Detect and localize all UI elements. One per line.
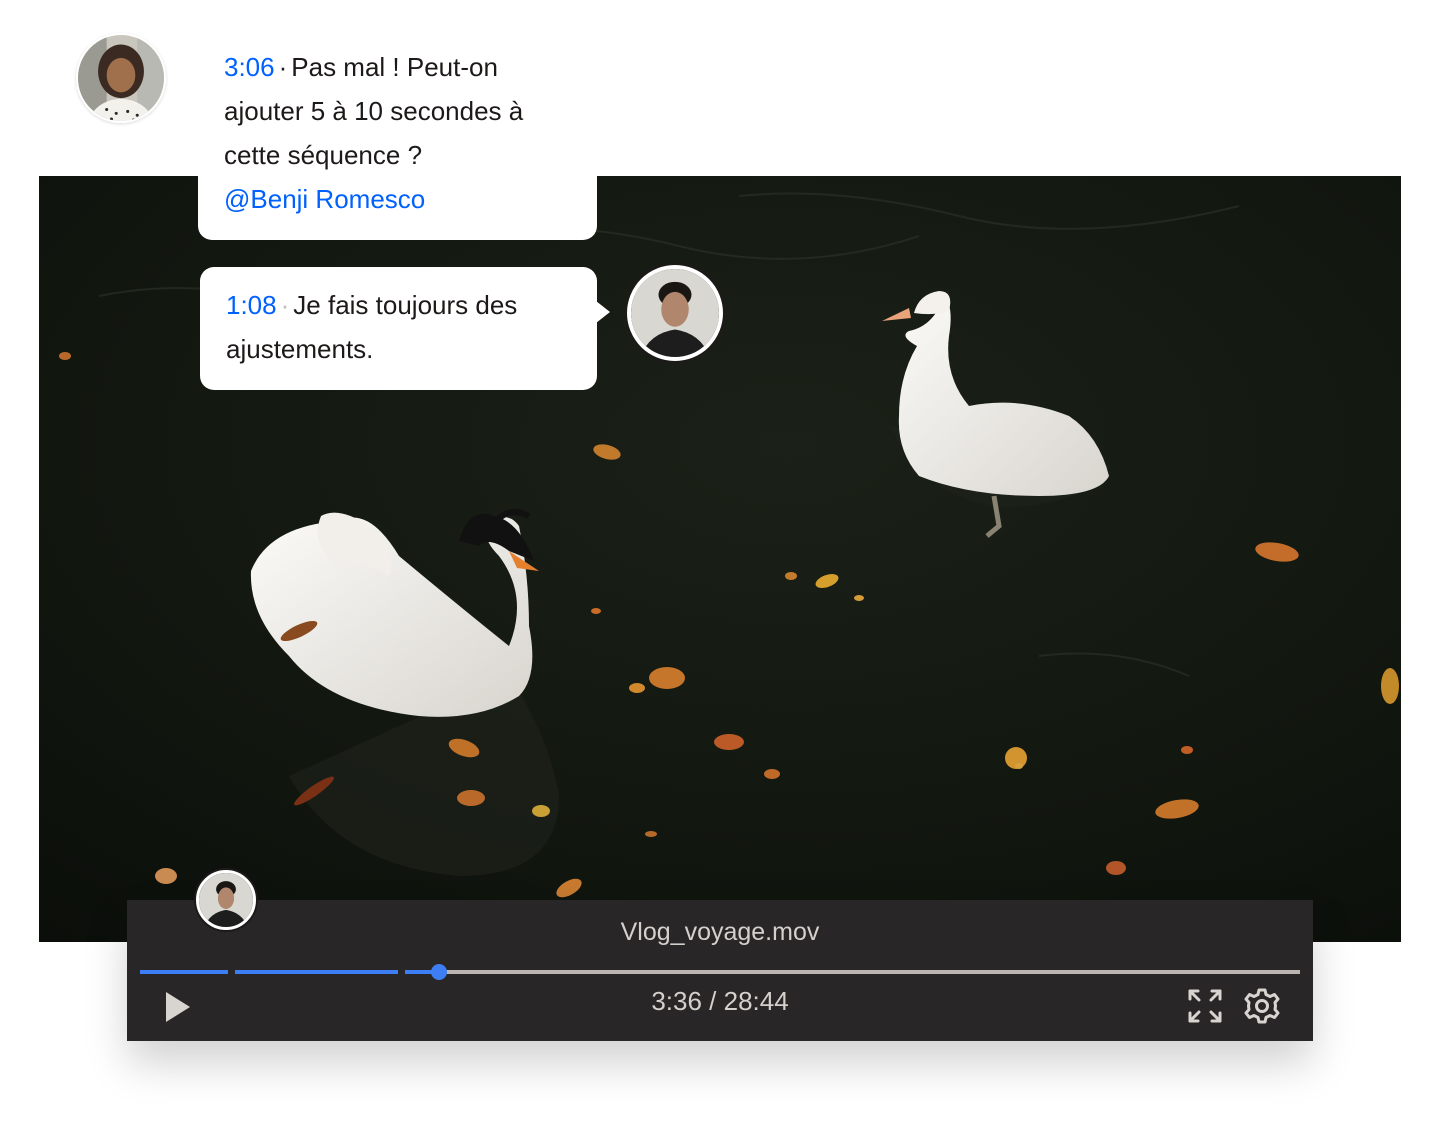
avatar-image [631, 269, 719, 357]
fullscreen-button[interactable] [1187, 988, 1223, 1024]
comment-timestamp-link[interactable]: 1:08 [226, 290, 277, 320]
comment-separator: · [278, 52, 288, 82]
comment-overlay-scene: 3:06 · Pas mal ! Peut-on ajouter 5 à 10 se… [0, 0, 1440, 1129]
time-display: 3:36 / 28:44 [651, 986, 789, 1016]
timeline-comment-marker[interactable] [196, 870, 256, 930]
progress-bar[interactable] [140, 964, 1300, 980]
comment-timestamp-link[interactable]: 3:06 [224, 52, 275, 82]
comment-separator: · [280, 290, 290, 320]
comment-body-1: 3:06 · Pas mal ! Peut-on ajouter 5 à 10 se… [224, 45, 577, 177]
file-name: Vlog_voyage.mov [620, 918, 820, 946]
avatar-commenter-2[interactable] [627, 265, 723, 361]
progress-handle[interactable] [431, 964, 447, 980]
segment-gap [398, 970, 405, 974]
progress-segment [235, 970, 398, 974]
avatar-image [78, 35, 164, 121]
progress-segment [140, 970, 228, 974]
avatar-image [199, 873, 253, 927]
comment-bubble-1[interactable]: 3:06 · Pas mal ! Peut-on ajouter 5 à 10 se… [198, 40, 597, 240]
fullscreen-icon [1188, 989, 1222, 1023]
comment-bubble-2[interactable]: 1:08 · Je fais toujours des ajustements. [200, 267, 610, 390]
segment-gap [228, 970, 235, 974]
video-player-controls: Vlog_voyage.mov 3:36 / 28:44 [127, 900, 1313, 1041]
user-mention-link[interactable]: @Benji Romesco [224, 184, 425, 214]
settings-button[interactable] [1243, 987, 1281, 1025]
gear-icon [1244, 988, 1280, 1024]
avatar-commenter-1[interactable] [76, 33, 166, 123]
